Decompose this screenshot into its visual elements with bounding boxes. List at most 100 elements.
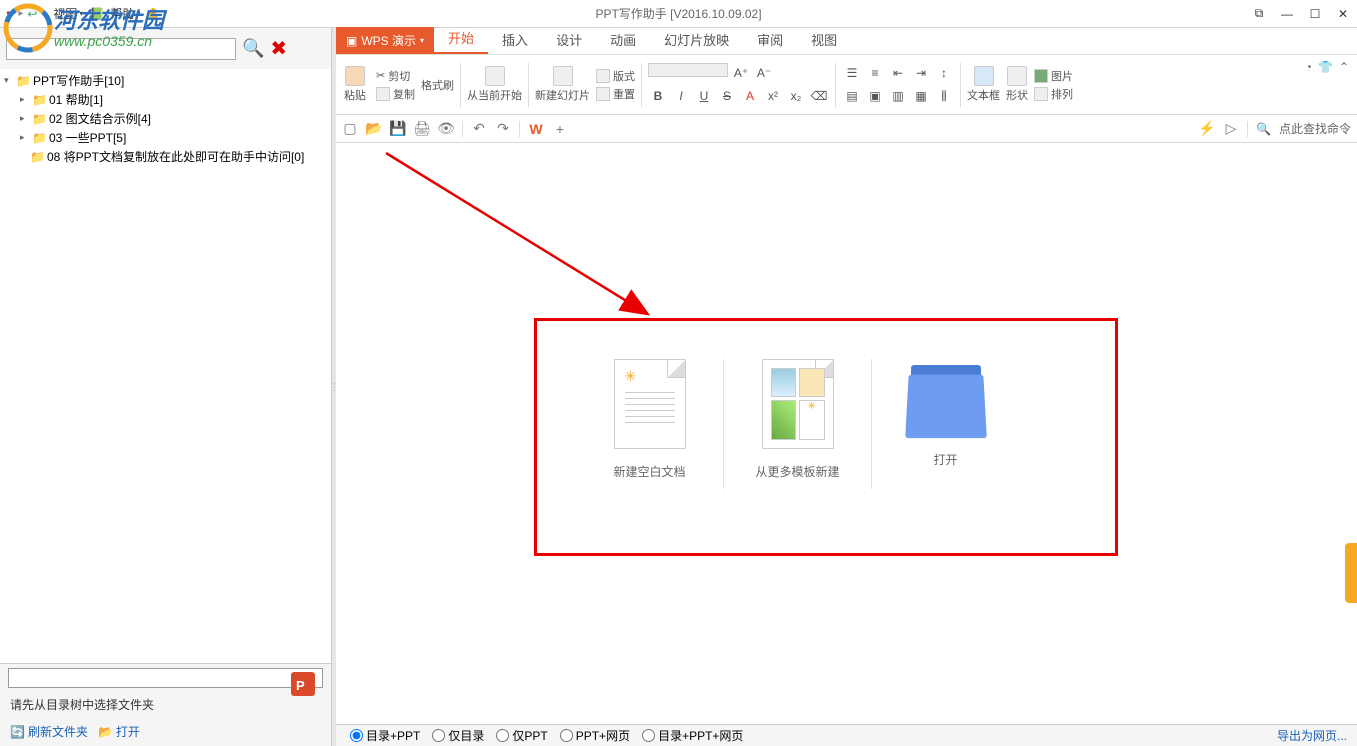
copy-button[interactable]: 复制 bbox=[376, 86, 415, 102]
add-icon[interactable]: + bbox=[552, 121, 568, 137]
numbering-button[interactable]: ≡ bbox=[865, 63, 885, 83]
restore-icon[interactable]: ⧉ bbox=[1245, 2, 1273, 26]
wps-icon[interactable]: W bbox=[528, 121, 544, 137]
help-menu[interactable]: 帮助▾ bbox=[106, 3, 144, 24]
view-menu[interactable]: 视图▾ bbox=[49, 3, 87, 24]
strike-button[interactable]: S bbox=[717, 86, 737, 106]
indent-inc-button[interactable]: ⇥ bbox=[911, 63, 931, 83]
tab-slideshow[interactable]: 幻灯片放映 bbox=[650, 25, 743, 54]
blank-doc-icon: ✳ bbox=[614, 359, 686, 449]
wps-brand[interactable]: ▣ WPS 演示 ▾ bbox=[336, 27, 434, 54]
font-inc-button[interactable]: A⁺ bbox=[731, 63, 751, 83]
tree-item[interactable]: ▸ 📁 02 图文结合示例[4] bbox=[4, 109, 327, 128]
folder-icon: 📁 bbox=[32, 112, 47, 126]
align-right-button[interactable]: ▥ bbox=[888, 86, 908, 106]
superscript-button[interactable]: x² bbox=[763, 86, 783, 106]
maximize-button[interactable]: ☐ bbox=[1301, 2, 1329, 26]
paste-button[interactable]: 粘贴 bbox=[344, 66, 366, 103]
new-from-template-button[interactable]: ✳ 从更多模板新建 bbox=[724, 359, 871, 489]
tree-item[interactable]: ▸ 📁 01 帮助[1] bbox=[4, 90, 327, 109]
search-input[interactable] bbox=[6, 38, 236, 60]
underline-button[interactable]: U bbox=[694, 86, 714, 106]
search-icon[interactable]: 🔍 bbox=[242, 38, 264, 59]
picture-button[interactable]: 图片 bbox=[1034, 68, 1073, 84]
close-button[interactable]: ✕ bbox=[1329, 2, 1357, 26]
radio-dir-only[interactable]: 仅目录 bbox=[432, 727, 484, 744]
tab-review[interactable]: 审阅 bbox=[743, 25, 797, 54]
print-icon[interactable]: 🖨 bbox=[414, 121, 430, 137]
wps-tabstrip: ▣ WPS 演示 ▾ 开始 插入 设计 动画 幻灯片放映 审阅 视图 ◔ 👕 ⌃ bbox=[336, 28, 1357, 55]
back-icon[interactable]: ↩ bbox=[27, 7, 37, 21]
radio-ppt-only[interactable]: 仅PPT bbox=[496, 727, 547, 744]
side-tab[interactable] bbox=[1345, 543, 1357, 603]
font-color-button[interactable]: A bbox=[740, 86, 760, 106]
template-icon: ✳ bbox=[762, 359, 834, 449]
find-command-input[interactable]: 点此查找命令 bbox=[1279, 120, 1351, 137]
redo-icon[interactable]: ↷ bbox=[495, 121, 511, 137]
format-painter-button[interactable]: 格式刷 bbox=[421, 77, 454, 93]
tree-item[interactable]: 📁 08 将PPT文档复制放在此处即可在助手中访问[0] bbox=[4, 147, 327, 166]
font-dec-button[interactable]: A⁻ bbox=[754, 63, 774, 83]
layout-button[interactable]: 版式 bbox=[596, 68, 635, 84]
path-input[interactable] bbox=[8, 668, 323, 688]
cut-button[interactable]: ✂剪切 bbox=[376, 68, 415, 84]
refresh-icon: 🔄 bbox=[10, 725, 25, 739]
style-icon[interactable]: 👕 bbox=[1318, 60, 1333, 74]
open-doc-button[interactable]: 打开 bbox=[872, 359, 1019, 489]
font-select[interactable] bbox=[648, 63, 728, 77]
quick-access-bar: ▢ 📂 💾 🖨 👁 ↶ ↷ W + ⚡ ▷ 🔍 点此查找命令 bbox=[336, 115, 1357, 143]
skin-icon[interactable]: ◔ bbox=[1305, 60, 1312, 74]
align-left-button[interactable]: ▤ bbox=[842, 86, 862, 106]
lightning-icon[interactable]: ⚡ bbox=[1199, 121, 1215, 137]
folder-tree[interactable]: ▾ 📁 PPT写作助手[10] ▸ 📁 01 帮助[1] ▸ 📁 02 图文结合… bbox=[0, 69, 331, 663]
book-icon[interactable]: 📗 bbox=[89, 7, 104, 21]
tab-animation[interactable]: 动画 bbox=[596, 25, 650, 54]
nav-icon[interactable]: ▷ bbox=[1223, 121, 1239, 137]
subscript-button[interactable]: x₂ bbox=[786, 86, 806, 106]
refresh-folder-button[interactable]: 🔄 刷新文件夹 bbox=[10, 723, 88, 740]
new-slide-button[interactable]: 新建幻灯片 bbox=[535, 66, 590, 103]
export-web-link[interactable]: 导出为网页... bbox=[1277, 727, 1347, 744]
undo-icon[interactable]: ↶ bbox=[471, 121, 487, 137]
main-panel: ▣ WPS 演示 ▾ 开始 插入 设计 动画 幻灯片放映 审阅 视图 ◔ 👕 ⌃… bbox=[336, 28, 1357, 746]
save-icon[interactable]: 💾 bbox=[390, 121, 406, 137]
canvas: ✳ 新建空白文档 ✳ bbox=[336, 143, 1357, 746]
line-spacing-button[interactable]: ↕ bbox=[934, 63, 954, 83]
bullets-button[interactable]: ☰ bbox=[842, 63, 862, 83]
radio-dir-ppt[interactable]: 目录+PPT bbox=[350, 727, 420, 744]
new-blank-doc-button[interactable]: ✳ 新建空白文档 bbox=[576, 359, 723, 489]
heart-icon[interactable]: ♥ bbox=[6, 6, 14, 22]
open-icon[interactable]: 📂 bbox=[366, 121, 382, 137]
italic-button[interactable]: I bbox=[671, 86, 691, 106]
hand-icon[interactable]: ✋ bbox=[146, 7, 161, 21]
tree-item[interactable]: ▸ 📁 03 一些PPT[5] bbox=[4, 128, 327, 147]
shape-button[interactable]: 形状 bbox=[1006, 66, 1028, 103]
tab-view[interactable]: 视图 bbox=[797, 25, 851, 54]
radio-ppt-web[interactable]: PPT+网页 bbox=[560, 727, 630, 744]
clear-format-button[interactable]: ⌫ bbox=[809, 86, 829, 106]
preview-icon[interactable]: 👁 bbox=[438, 121, 454, 137]
minimize-button[interactable]: ― bbox=[1273, 2, 1301, 26]
new-icon[interactable]: ▢ bbox=[342, 121, 358, 137]
delete-icon[interactable]: ✖ bbox=[270, 36, 287, 61]
tab-insert[interactable]: 插入 bbox=[488, 25, 542, 54]
find-command-icon[interactable]: 🔍 bbox=[1256, 122, 1271, 136]
arrow-icon[interactable]: ▸ bbox=[18, 8, 23, 19]
tab-start[interactable]: 开始 bbox=[434, 23, 488, 54]
textbox-button[interactable]: 文本框 bbox=[967, 66, 1000, 103]
tab-design[interactable]: 设计 bbox=[542, 25, 596, 54]
radio-dir-ppt-web[interactable]: 目录+PPT+网页 bbox=[642, 727, 743, 744]
columns-button[interactable]: ⫼ bbox=[934, 86, 954, 106]
arrange-button[interactable]: 排列 bbox=[1034, 86, 1073, 102]
indent-dec-button[interactable]: ⇤ bbox=[888, 63, 908, 83]
align-center-button[interactable]: ▣ bbox=[865, 86, 885, 106]
ppt-file-icon[interactable]: P bbox=[289, 670, 317, 698]
from-current-button[interactable]: 从当前开始 bbox=[467, 66, 522, 103]
justify-button[interactable]: ▦ bbox=[911, 86, 931, 106]
open-folder-button[interactable]: 📂 打开 bbox=[98, 723, 140, 740]
title-bar: ♥ ▸ ↩ 视图▾ 📗 帮助▾ ✋ ▾ PPT写作助手 [V2016.10.09… bbox=[0, 0, 1357, 28]
reset-button[interactable]: 重置 bbox=[596, 86, 635, 102]
bold-button[interactable]: B bbox=[648, 86, 668, 106]
chevron-icon[interactable]: ⌃ bbox=[1339, 60, 1349, 74]
tree-root[interactable]: ▾ 📁 PPT写作助手[10] bbox=[4, 71, 327, 90]
